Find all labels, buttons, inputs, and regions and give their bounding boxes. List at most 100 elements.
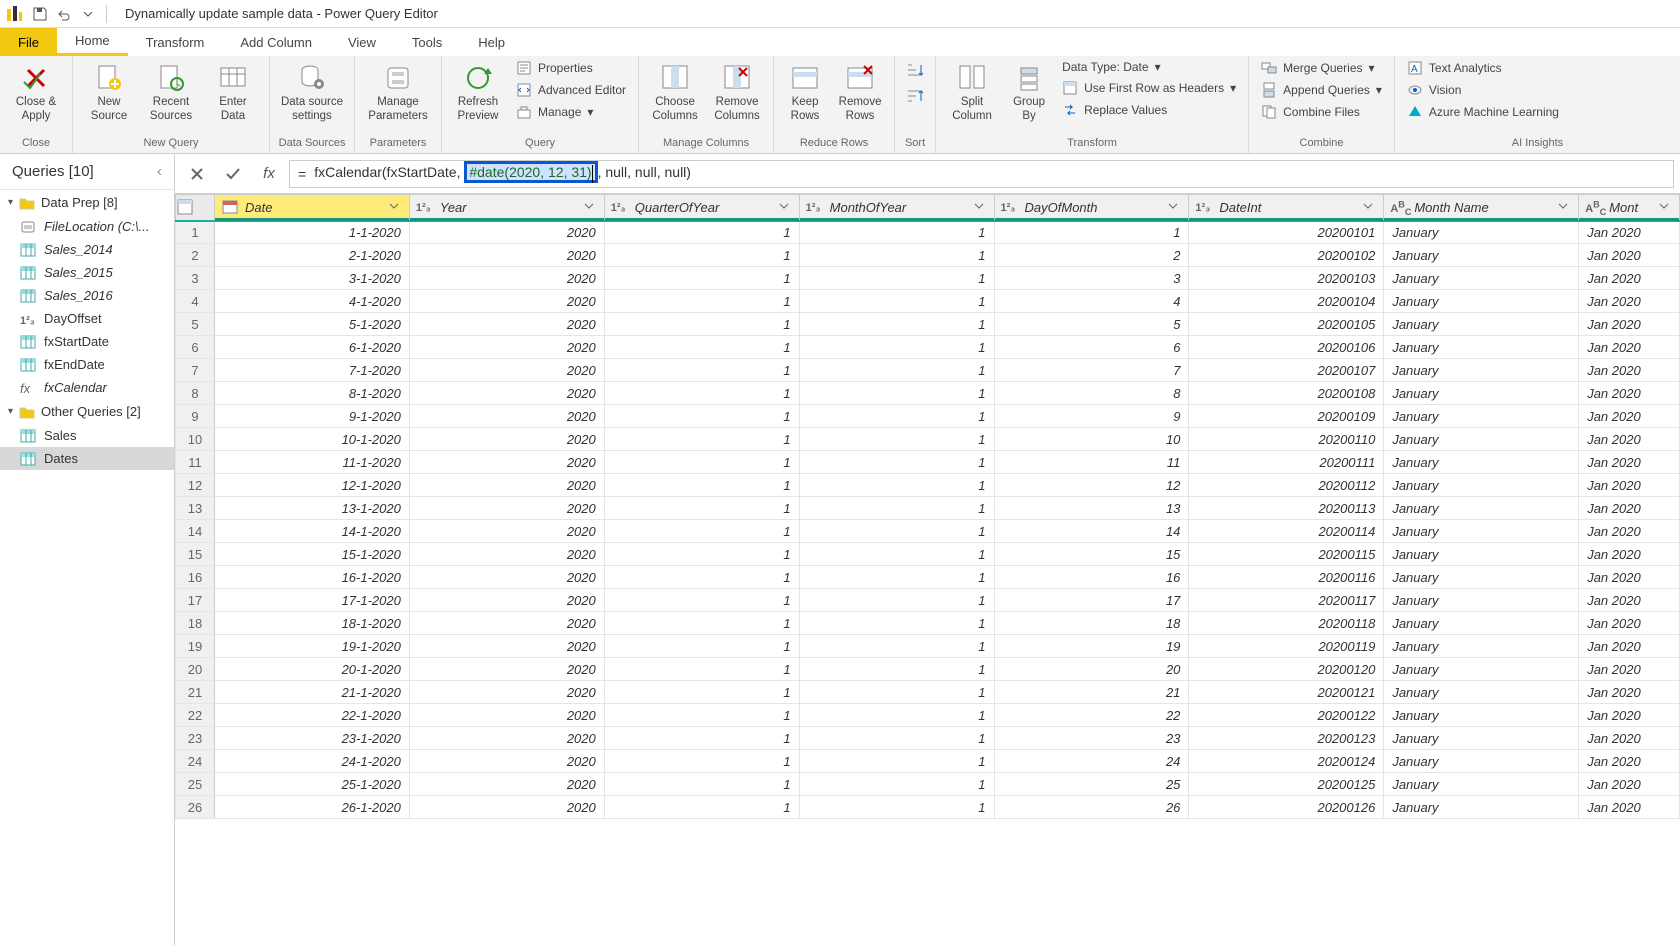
table-row[interactable]: 2020-1-20202020112020200120JanuaryJan 20… <box>176 658 1680 681</box>
sort-desc-button[interactable] <box>901 84 929 110</box>
cell[interactable]: Jan 2020 <box>1579 336 1680 359</box>
cell[interactable]: 1 <box>799 612 994 635</box>
collapse-pane-icon[interactable]: ‹ <box>157 163 162 180</box>
undo-button[interactable] <box>52 2 76 26</box>
cell[interactable]: 8 <box>994 382 1189 405</box>
row-number[interactable]: 1 <box>176 221 215 244</box>
cell[interactable]: 20200107 <box>1189 359 1384 382</box>
cell[interactable]: 19 <box>994 635 1189 658</box>
cell[interactable]: 2 <box>994 244 1189 267</box>
cell[interactable]: 2020 <box>409 681 604 704</box>
qat-dropdown[interactable] <box>76 2 100 26</box>
cell[interactable]: 2020 <box>409 658 604 681</box>
cell[interactable]: Jan 2020 <box>1579 543 1680 566</box>
cell[interactable]: 20200118 <box>1189 612 1384 635</box>
cell[interactable]: 1 <box>799 244 994 267</box>
table-row[interactable]: 2626-1-20202020112620200126JanuaryJan 20… <box>176 796 1680 819</box>
cell[interactable]: 24 <box>994 750 1189 773</box>
cell[interactable]: Jan 2020 <box>1579 566 1680 589</box>
query-item[interactable]: Sales_2016 <box>0 284 174 307</box>
column-filter-button[interactable] <box>972 199 988 215</box>
cell[interactable]: 20200103 <box>1189 267 1384 290</box>
cell[interactable]: 1 <box>799 405 994 428</box>
query-item[interactable]: fxEndDate <box>0 353 174 376</box>
vision-button[interactable]: Vision <box>1401 80 1565 100</box>
cell[interactable]: January <box>1384 451 1579 474</box>
table-row[interactable]: 2323-1-20202020112320200123JanuaryJan 20… <box>176 727 1680 750</box>
cell[interactable]: 1 <box>604 359 799 382</box>
column-filter-button[interactable] <box>1556 199 1572 215</box>
cell[interactable]: January <box>1384 566 1579 589</box>
cell[interactable]: 1 <box>604 428 799 451</box>
cell[interactable]: 20200116 <box>1189 566 1384 589</box>
cell[interactable]: 1 <box>799 336 994 359</box>
cell[interactable]: 1 <box>799 796 994 819</box>
cell[interactable]: 2-1-2020 <box>214 244 409 267</box>
cell[interactable]: 20200123 <box>1189 727 1384 750</box>
cell[interactable]: 2020 <box>409 382 604 405</box>
cell[interactable]: Jan 2020 <box>1579 474 1680 497</box>
column-header[interactable]: 1²₃QuarterOfYear <box>604 195 799 221</box>
cell[interactable]: January <box>1384 727 1579 750</box>
cell[interactable]: 20200121 <box>1189 681 1384 704</box>
cell[interactable]: Jan 2020 <box>1579 451 1680 474</box>
tab-tools[interactable]: Tools <box>394 28 460 56</box>
cell[interactable]: 13-1-2020 <box>214 497 409 520</box>
cell[interactable]: 15 <box>994 543 1189 566</box>
cell[interactable]: 1 <box>604 382 799 405</box>
cell[interactable]: 1 <box>799 635 994 658</box>
table-row[interactable]: 2424-1-20202020112420200124JanuaryJan 20… <box>176 750 1680 773</box>
cell[interactable]: 1 <box>799 474 994 497</box>
table-row[interactable]: 88-1-2020202011820200108JanuaryJan 2020 <box>176 382 1680 405</box>
manage-parameters-button[interactable]: Manage Parameters <box>361 58 435 128</box>
tab-file[interactable]: File <box>0 28 57 56</box>
column-header[interactable]: 1²₃DateInt <box>1189 195 1384 221</box>
cell[interactable]: 2020 <box>409 566 604 589</box>
cell[interactable]: 20200102 <box>1189 244 1384 267</box>
cell[interactable]: January <box>1384 704 1579 727</box>
azure-ml-button[interactable]: Azure Machine Learning <box>1401 102 1565 122</box>
row-number[interactable]: 14 <box>176 520 215 543</box>
append-queries-button[interactable]: Append Queries ▾ <box>1255 80 1388 100</box>
table-row[interactable]: 11-1-2020202011120200101JanuaryJan 2020 <box>176 221 1680 244</box>
cell[interactable]: 12 <box>994 474 1189 497</box>
data-source-settings-button[interactable]: Data source settings <box>276 58 348 128</box>
column-filter-button[interactable] <box>582 199 598 215</box>
cell[interactable]: 25-1-2020 <box>214 773 409 796</box>
cell[interactable]: 20200117 <box>1189 589 1384 612</box>
cell[interactable]: 2020 <box>409 796 604 819</box>
cell[interactable]: 8-1-2020 <box>214 382 409 405</box>
cell[interactable]: 2020 <box>409 359 604 382</box>
cell[interactable]: 1 <box>604 313 799 336</box>
cell[interactable]: Jan 2020 <box>1579 520 1680 543</box>
cell[interactable]: 16 <box>994 566 1189 589</box>
cell[interactable]: 6-1-2020 <box>214 336 409 359</box>
cell[interactable]: 1 <box>604 681 799 704</box>
column-header[interactable]: 1²₃DayOfMonth <box>994 195 1189 221</box>
column-type-icon[interactable]: 1²₃ <box>1001 199 1019 215</box>
data-type-dropdown[interactable]: Data Type: Date ▾ <box>1056 58 1242 76</box>
table-row[interactable]: 1919-1-20202020111920200119JanuaryJan 20… <box>176 635 1680 658</box>
cell[interactable]: 17-1-2020 <box>214 589 409 612</box>
cell[interactable]: January <box>1384 750 1579 773</box>
row-number[interactable]: 19 <box>176 635 215 658</box>
cell[interactable]: 1 <box>604 612 799 635</box>
row-number-header[interactable] <box>176 195 215 221</box>
cell[interactable]: 1 <box>604 451 799 474</box>
cell[interactable]: 7 <box>994 359 1189 382</box>
column-filter-button[interactable] <box>1657 199 1673 215</box>
cell[interactable]: 11 <box>994 451 1189 474</box>
column-type-icon[interactable]: ABC <box>1585 199 1603 215</box>
cell[interactable]: 15-1-2020 <box>214 543 409 566</box>
column-type-icon[interactable]: 1²₃ <box>806 199 824 215</box>
cancel-formula-button[interactable] <box>181 158 213 190</box>
cell[interactable]: Jan 2020 <box>1579 658 1680 681</box>
cell[interactable]: January <box>1384 382 1579 405</box>
row-number[interactable]: 22 <box>176 704 215 727</box>
row-number[interactable]: 9 <box>176 405 215 428</box>
row-number[interactable]: 4 <box>176 290 215 313</box>
column-header[interactable]: ABCMonth Name <box>1384 195 1579 221</box>
table-row[interactable]: 2121-1-20202020112120200121JanuaryJan 20… <box>176 681 1680 704</box>
table-row[interactable]: 1010-1-20202020111020200110JanuaryJan 20… <box>176 428 1680 451</box>
cell[interactable]: 3-1-2020 <box>214 267 409 290</box>
